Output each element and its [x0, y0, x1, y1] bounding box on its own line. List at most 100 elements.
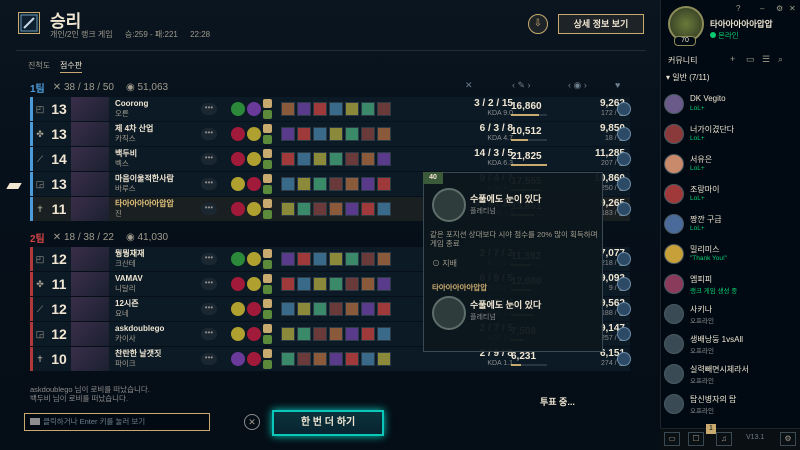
item-slot[interactable]: [281, 252, 295, 266]
player-row[interactable]: ◰ 13 Coorong 오른 ••• 3 / 2 / 15 KDA 9.0 1…: [30, 97, 631, 121]
item-slot[interactable]: [329, 277, 343, 291]
item-slot[interactable]: [345, 327, 359, 341]
item-slot[interactable]: [297, 252, 311, 266]
player-info[interactable]: 타아아아아아압압 진: [109, 199, 201, 219]
item-slot[interactable]: [345, 202, 359, 216]
champion-portrait[interactable]: [71, 347, 109, 371]
item-slot[interactable]: [313, 327, 327, 341]
item-slot[interactable]: [361, 327, 375, 341]
item-slot[interactable]: [361, 277, 375, 291]
item-slot[interactable]: [361, 302, 375, 316]
item-slot[interactable]: [377, 202, 391, 216]
more-options-button[interactable]: •••: [201, 353, 217, 365]
summoner-name[interactable]: 타아아아아아압압: [710, 18, 773, 30]
friend-item[interactable]: 사키나 오프라인: [664, 303, 798, 329]
item-slot[interactable]: [281, 302, 295, 316]
item-slot[interactable]: [313, 127, 327, 141]
champion-portrait[interactable]: [71, 172, 109, 196]
item-slot[interactable]: [345, 252, 359, 266]
damage-column-icon[interactable]: ‹ ✎ ›: [512, 80, 531, 91]
support-button[interactable]: ⚙: [780, 432, 796, 446]
item-slot[interactable]: [345, 302, 359, 316]
friend-list-icon[interactable]: ☰: [762, 54, 770, 65]
item-slot[interactable]: [345, 152, 359, 166]
item-slot[interactable]: [329, 327, 343, 341]
item-slot[interactable]: [297, 277, 311, 291]
friend-item[interactable]: 실력빼면시체라서 오프라인: [664, 363, 798, 389]
more-options-button[interactable]: •••: [201, 128, 217, 140]
item-slot[interactable]: [329, 202, 343, 216]
honor-icon[interactable]: [617, 352, 631, 366]
friend-item[interactable]: 너가이겼단다 LoL+: [664, 123, 798, 149]
item-slot[interactable]: [377, 127, 391, 141]
honor-icon[interactable]: [617, 152, 631, 166]
champion-portrait[interactable]: [71, 247, 109, 271]
player-info[interactable]: 12시즌 요네: [109, 299, 201, 319]
item-slot[interactable]: [361, 252, 375, 266]
summoner-status[interactable]: 온라인: [718, 30, 739, 41]
more-options-button[interactable]: •••: [201, 253, 217, 265]
item-slot[interactable]: [281, 127, 295, 141]
download-button[interactable]: ⇩: [528, 14, 548, 34]
voice-button[interactable]: ♫: [716, 432, 732, 446]
item-slot[interactable]: [297, 127, 311, 141]
friend-item[interactable]: 생배낭둥 1vsAll 오프라인: [664, 333, 798, 359]
item-slot[interactable]: [281, 277, 295, 291]
item-slot[interactable]: [329, 152, 343, 166]
item-slot[interactable]: [297, 152, 311, 166]
item-slot[interactable]: [297, 102, 311, 116]
more-options-button[interactable]: •••: [201, 278, 217, 290]
item-slot[interactable]: [377, 302, 391, 316]
item-slot[interactable]: [377, 252, 391, 266]
gold-column-icon[interactable]: ‹ ◉ ›: [568, 80, 587, 91]
item-slot[interactable]: [281, 102, 295, 116]
item-slot[interactable]: [313, 277, 327, 291]
tab-growth[interactable]: 진척도: [28, 60, 50, 71]
item-slot[interactable]: [377, 152, 391, 166]
player-row[interactable]: ✤ 13 제 4차 산업 카직스 ••• 6 / 3 / 8 KDA 4.7 1…: [30, 122, 631, 146]
more-options-button[interactable]: •••: [201, 303, 217, 315]
item-slot[interactable]: [361, 127, 375, 141]
add-friend-icon[interactable]: +: [730, 54, 735, 64]
item-slot[interactable]: [297, 202, 311, 216]
player-info[interactable]: VAMAV 니달리: [109, 274, 201, 294]
player-info[interactable]: askdoublego 카이사: [109, 324, 201, 344]
item-slot[interactable]: [297, 302, 311, 316]
item-slot[interactable]: [361, 177, 375, 191]
item-slot[interactable]: [297, 177, 311, 191]
item-slot[interactable]: [329, 252, 343, 266]
item-slot[interactable]: [361, 352, 375, 366]
champion-portrait[interactable]: [71, 147, 109, 171]
more-options-button[interactable]: •••: [201, 203, 217, 215]
champion-portrait[interactable]: [71, 122, 109, 146]
add-folder-icon[interactable]: ▭: [746, 54, 755, 65]
item-slot[interactable]: [281, 352, 295, 366]
item-slot[interactable]: [345, 352, 359, 366]
more-options-button[interactable]: •••: [201, 178, 217, 190]
item-slot[interactable]: [313, 302, 327, 316]
friend-item[interactable]: 서유은 LoL+: [664, 153, 798, 179]
friend-item[interactable]: 짱깐 구급 LoL+: [664, 213, 798, 239]
help-icon[interactable]: ?: [736, 4, 740, 13]
item-slot[interactable]: [377, 352, 391, 366]
item-slot[interactable]: [313, 177, 327, 191]
honor-icon[interactable]: [617, 127, 631, 141]
player-info[interactable]: 찬란한 날갯짓 파이크: [109, 349, 201, 369]
friend-item[interactable]: 조랑마이 LoL+: [664, 183, 798, 209]
champion-portrait[interactable]: [71, 97, 109, 121]
champion-portrait[interactable]: [71, 272, 109, 296]
chat-window-button[interactable]: ▭: [664, 432, 680, 446]
player-info[interactable]: 백두비 벡스: [109, 149, 201, 169]
close-icon[interactable]: ✕: [789, 4, 796, 13]
item-slot[interactable]: [345, 102, 359, 116]
minimize-icon[interactable]: –: [760, 4, 764, 13]
item-slot[interactable]: [345, 277, 359, 291]
honor-icon[interactable]: [617, 202, 631, 216]
honor-icon[interactable]: [617, 177, 631, 191]
item-slot[interactable]: [345, 177, 359, 191]
item-slot[interactable]: [313, 102, 327, 116]
item-slot[interactable]: [313, 202, 327, 216]
detail-info-button[interactable]: 상세 정보 보기: [558, 14, 644, 34]
champion-portrait[interactable]: [71, 297, 109, 321]
player-info[interactable]: 마음이울적한사람 바루스: [109, 174, 201, 194]
